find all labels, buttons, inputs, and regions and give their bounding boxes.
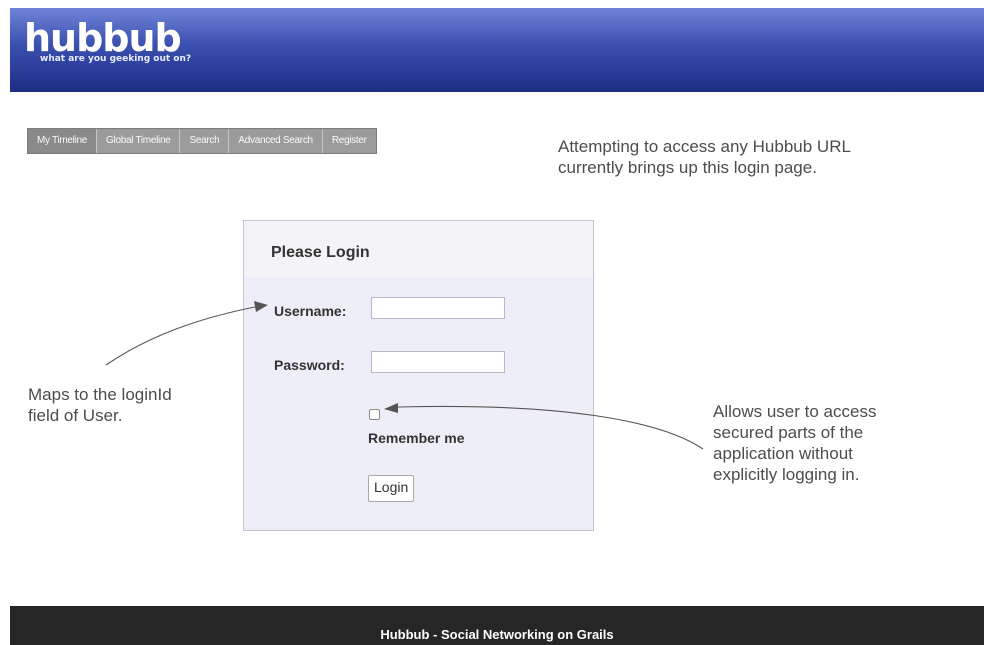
password-label: Password: [274,357,345,373]
remember-me-note-line1: Allows user to access [713,402,877,421]
login-redirect-note-line1: Attempting to access any Hubbub URL [558,137,851,156]
nav-register[interactable]: Register [323,129,376,153]
remember-me-note-line2: secured parts of the [713,423,864,442]
logo-tagline: what are you geeking out on? [40,54,192,64]
nav-my-timeline[interactable]: My Timeline [28,129,98,153]
nav-advanced-search[interactable]: Advanced Search [229,129,323,153]
remember-me-checkbox[interactable] [369,409,380,420]
nav-search[interactable]: Search [180,129,230,153]
login-form: Please Login Username: Password: Remembe… [243,220,594,531]
hubbub-logo[interactable]: hubbub [24,18,182,58]
username-label: Username: [274,303,347,319]
loginid-note-line1: Maps to the loginId [28,385,172,404]
browser-page: hubbub what are you geeking out on? My T… [10,8,984,645]
nav-global-timeline[interactable]: Global Timeline [97,129,181,153]
login-redirect-note: Attempting to access any Hubbub URL curr… [558,136,851,178]
remember-me-note-line4: explicitly logging in. [713,465,860,484]
login-button[interactable]: Login [368,475,415,502]
loginid-note: Maps to the loginId field of User. [28,384,172,426]
login-title: Please Login [271,244,370,261]
login-redirect-note-line2: currently brings up this login page. [558,158,817,177]
site-header: hubbub what are you geeking out on? [10,8,984,92]
password-field[interactable] [371,351,505,373]
loginid-note-line2: field of User. [28,406,123,425]
remember-me-label: Remember me [368,430,465,446]
remember-me-note-line3: application without [713,444,853,463]
footer-text: Hubbub - Social Networking on Grails [380,627,614,642]
username-field[interactable] [371,297,505,319]
main-navigation: My Timeline Global Timeline Search Advan… [27,128,377,154]
site-footer: Hubbub - Social Networking on Grails [10,606,984,645]
remember-me-note: Allows user to access secured parts of t… [713,401,876,485]
